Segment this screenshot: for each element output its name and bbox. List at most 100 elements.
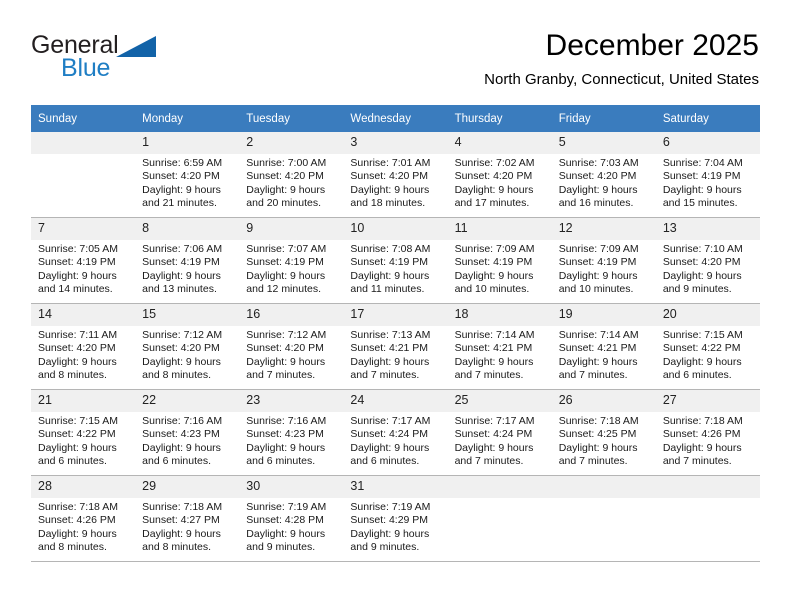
sunrise-text: Sunrise: 7:16 AM <box>246 415 327 427</box>
calendar-day-cell[interactable]: 20 Sunrise: 7:15 AM Sunset: 4:22 PM Dayligh… <box>655 303 760 390</box>
calendar-day-cell[interactable]: 5 Sunrise: 7:03 AM Sunset: 4:20 PM Daylight… <box>551 132 656 218</box>
calendar-day-cell[interactable]: 9 Sunrise: 7:07 AM Sunset: 4:19 PM Daylight… <box>239 217 344 304</box>
calendar-page: General Blue December 2025 North Granby,… <box>0 0 792 612</box>
calendar-day-cell[interactable]: 19 Sunrise: 7:14 AM Sunset: 4:21 PM Dayligh… <box>551 303 656 390</box>
daylight-text: Daylight: 9 hours <box>662 269 742 282</box>
day-number: 20 <box>655 304 760 326</box>
sunset-text: Sunset: 4:20 PM <box>662 256 741 269</box>
daylight-text-cont: and 6 minutes. <box>350 455 420 468</box>
sunrise-text: Sunrise: 7:02 AM <box>454 157 535 169</box>
page-header: General Blue December 2025 North Granby,… <box>31 28 759 98</box>
day-number: 15 <box>135 304 240 326</box>
calendar-day-cell[interactable]: 23 Sunrise: 7:16 AM Sunset: 4:23 PM Dayligh… <box>239 389 344 476</box>
sunrise-text: Sunrise: 7:16 AM <box>142 415 223 427</box>
daylight-text: Daylight: 9 hours <box>350 183 430 196</box>
calendar-day-cell[interactable]: 29 Sunrise: 7:18 AM Sunset: 4:27 PM Dayligh… <box>135 475 240 562</box>
daylight-text: Daylight: 9 hours <box>142 183 221 196</box>
calendar-day-cell[interactable]: 27 Sunrise: 7:18 AM Sunset: 4:26 PM Dayligh… <box>655 389 760 476</box>
weekday-header-wednesday: Wednesday <box>343 105 448 132</box>
daylight-text-cont: and 8 minutes. <box>142 369 212 382</box>
calendar-day-cell[interactable]: 11 Sunrise: 7:09 AM Sunset: 4:19 PM Dayligh… <box>447 217 552 304</box>
daylight-text-cont: and 6 minutes. <box>38 455 107 468</box>
daylight-text: Daylight: 9 hours <box>558 355 638 368</box>
daylight-text-cont: and 9 minutes. <box>246 541 316 554</box>
calendar-day-cell[interactable]: 4 Sunrise: 7:02 AM Sunset: 4:20 PM Daylight… <box>447 132 552 218</box>
weekday-header-row: Sunday Monday Tuesday Wednesday Thursday… <box>31 105 760 132</box>
sunset-text: Sunset: 4:20 PM <box>142 170 220 183</box>
daylight-text: Daylight: 9 hours <box>350 441 430 454</box>
daylight-text: Daylight: 9 hours <box>38 269 117 282</box>
day-details: Sunrise: 7:18 AM Sunset: 4:27 PM Daylight:… <box>135 498 239 555</box>
daylight-text: Daylight: 9 hours <box>350 527 430 540</box>
day-number: 29 <box>135 476 240 498</box>
daylight-text: Daylight: 9 hours <box>454 183 534 196</box>
day-details: Sunrise: 7:16 AM Sunset: 4:23 PM Daylight:… <box>239 412 343 469</box>
day-number <box>447 476 552 498</box>
day-details: Sunrise: 7:18 AM Sunset: 4:26 PM Daylight:… <box>656 412 760 469</box>
day-details: Sunrise: 7:17 AM Sunset: 4:24 PM Daylight:… <box>343 412 447 469</box>
weekday-header-saturday: Saturday <box>655 105 760 132</box>
daylight-text-cont: and 18 minutes. <box>350 197 426 210</box>
calendar-day-cell[interactable]: 30 Sunrise: 7:19 AM Sunset: 4:28 PM Dayligh… <box>239 475 344 562</box>
calendar-day-cell[interactable]: 3 Sunrise: 7:01 AM Sunset: 4:20 PM Daylight… <box>343 132 448 218</box>
calendar-day-cell[interactable]: 14 Sunrise: 7:11 AM Sunset: 4:20 PM Dayligh… <box>31 303 136 390</box>
calendar-week-row: 28 Sunrise: 7:18 AM Sunset: 4:26 PM Dayligh… <box>31 475 760 562</box>
calendar-day-cell[interactable]: 18 Sunrise: 7:14 AM Sunset: 4:21 PM Dayligh… <box>447 303 552 390</box>
daylight-text: Daylight: 9 hours <box>38 355 117 368</box>
calendar-day-cell[interactable]: 10 Sunrise: 7:08 AM Sunset: 4:19 PM Dayligh… <box>343 217 448 304</box>
daylight-text: Daylight: 9 hours <box>558 441 638 454</box>
sunrise-text: Sunrise: 7:05 AM <box>38 243 118 255</box>
daylight-text-cont: and 16 minutes. <box>558 197 634 210</box>
sunrise-text: Sunrise: 7:18 AM <box>662 415 743 427</box>
triangle-icon <box>116 36 156 57</box>
sunset-text: Sunset: 4:20 PM <box>38 342 116 355</box>
weekday-header-sunday: Sunday <box>31 105 136 132</box>
calendar-day-cell[interactable]: 21 Sunrise: 7:15 AM Sunset: 4:22 PM Dayligh… <box>31 389 136 476</box>
calendar-day-cell[interactable]: 13 Sunrise: 7:10 AM Sunset: 4:20 PM Dayligh… <box>655 217 760 304</box>
day-details: Sunrise: 7:13 AM Sunset: 4:21 PM Daylight:… <box>343 326 447 383</box>
daylight-text-cont: and 7 minutes. <box>454 455 524 468</box>
day-details: Sunrise: 7:14 AM Sunset: 4:21 PM Daylight:… <box>552 326 656 383</box>
day-number: 8 <box>135 218 240 240</box>
day-number: 12 <box>551 218 656 240</box>
calendar-day-cell[interactable]: 6 Sunrise: 7:04 AM Sunset: 4:19 PM Daylight… <box>655 132 760 218</box>
daylight-text-cont: and 13 minutes. <box>142 283 217 296</box>
calendar-day-cell[interactable]: 8 Sunrise: 7:06 AM Sunset: 4:19 PM Daylight… <box>135 217 240 304</box>
day-details: Sunrise: 7:00 AM Sunset: 4:20 PM Daylight:… <box>239 154 343 211</box>
calendar-day-cell[interactable]: 12 Sunrise: 7:09 AM Sunset: 4:19 PM Dayligh… <box>551 217 656 304</box>
daylight-text-cont: and 14 minutes. <box>38 283 113 296</box>
calendar-day-cell[interactable]: 17 Sunrise: 7:13 AM Sunset: 4:21 PM Dayligh… <box>343 303 448 390</box>
calendar-week-row: 14 Sunrise: 7:11 AM Sunset: 4:20 PM Dayligh… <box>31 303 760 390</box>
day-number: 11 <box>447 218 552 240</box>
day-number: 14 <box>31 304 136 326</box>
sunset-text: Sunset: 4:19 PM <box>662 170 741 183</box>
calendar-day-cell[interactable]: 15 Sunrise: 7:12 AM Sunset: 4:20 PM Dayligh… <box>135 303 240 390</box>
calendar-day-cell[interactable]: 16 Sunrise: 7:12 AM Sunset: 4:20 PM Dayligh… <box>239 303 344 390</box>
calendar-day-cell[interactable]: 28 Sunrise: 7:18 AM Sunset: 4:26 PM Dayligh… <box>31 475 136 562</box>
calendar-day-cell[interactable]: 26 Sunrise: 7:18 AM Sunset: 4:25 PM Dayligh… <box>551 389 656 476</box>
calendar-day-cell[interactable]: 7 Sunrise: 7:05 AM Sunset: 4:19 PM Daylight… <box>31 217 136 304</box>
calendar-day-cell[interactable]: 1 Sunrise: 6:59 AM Sunset: 4:20 PM Daylight… <box>135 132 240 218</box>
day-number: 2 <box>239 132 344 154</box>
calendar-day-cell[interactable]: 2 Sunrise: 7:00 AM Sunset: 4:20 PM Daylight… <box>239 132 344 218</box>
title-block: December 2025 North Granby, Connecticut,… <box>484 28 759 89</box>
day-number: 7 <box>31 218 136 240</box>
day-number: 24 <box>343 390 448 412</box>
calendar-body: 1 Sunrise: 6:59 AM Sunset: 4:20 PM Daylight… <box>31 132 760 562</box>
daylight-text: Daylight: 9 hours <box>246 527 326 540</box>
calendar-day-cell[interactable]: 22 Sunrise: 7:16 AM Sunset: 4:23 PM Dayligh… <box>135 389 240 476</box>
calendar-day-cell-empty <box>655 475 760 562</box>
sunset-text: Sunset: 4:20 PM <box>246 342 324 355</box>
day-details: Sunrise: 7:08 AM Sunset: 4:19 PM Daylight:… <box>343 240 447 297</box>
day-number: 25 <box>447 390 552 412</box>
daylight-text: Daylight: 9 hours <box>38 441 117 454</box>
sunset-text: Sunset: 4:29 PM <box>350 514 429 527</box>
sunset-text: Sunset: 4:20 PM <box>454 170 533 183</box>
calendar-day-cell[interactable]: 24 Sunrise: 7:17 AM Sunset: 4:24 PM Dayligh… <box>343 389 448 476</box>
sunrise-text: Sunrise: 7:14 AM <box>558 329 639 341</box>
sunrise-text: Sunrise: 7:11 AM <box>38 329 118 341</box>
sunrise-text: Sunrise: 7:09 AM <box>558 243 639 255</box>
sunset-text: Sunset: 4:26 PM <box>662 428 741 441</box>
calendar-day-cell[interactable]: 25 Sunrise: 7:17 AM Sunset: 4:24 PM Dayligh… <box>447 389 552 476</box>
calendar-day-cell[interactable]: 31 Sunrise: 7:19 AM Sunset: 4:29 PM Dayligh… <box>343 475 448 562</box>
